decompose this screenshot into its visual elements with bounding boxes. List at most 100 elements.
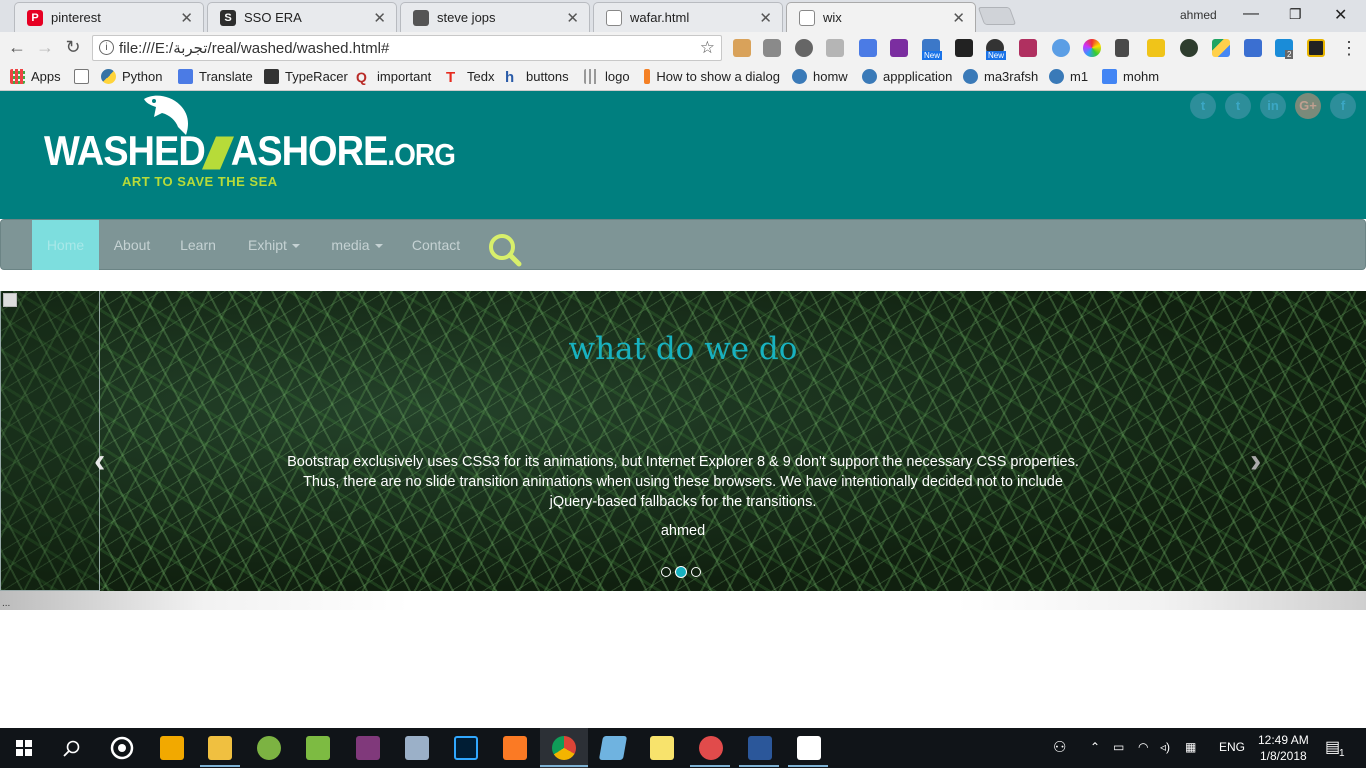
linkedin-icon[interactable]: in bbox=[1260, 93, 1286, 119]
carousel-indicator-dot[interactable] bbox=[691, 566, 701, 577]
bookmark-m1[interactable]: m1 bbox=[1049, 69, 1088, 84]
extension-download-icon[interactable] bbox=[1052, 39, 1070, 57]
extension-m-icon[interactable] bbox=[1147, 39, 1165, 57]
bookmark-appplication[interactable]: appplication bbox=[862, 69, 952, 84]
taskbar-clock[interactable]: 12:49 AM 1/8/2018 bbox=[1258, 732, 1309, 764]
paint-icon[interactable] bbox=[699, 736, 723, 760]
bookmark-apps[interactable]: Apps bbox=[10, 69, 61, 84]
tab-pinterest[interactable]: P pinterest ✕ bbox=[14, 2, 204, 32]
extension-ruler-icon[interactable] bbox=[733, 39, 751, 57]
nav-media-label: media bbox=[331, 237, 370, 253]
nav-contact[interactable]: Contact bbox=[401, 220, 471, 270]
minimize-icon[interactable]: — bbox=[1243, 5, 1259, 23]
nav-home[interactable]: Home bbox=[32, 220, 99, 270]
address-bar[interactable]: i file:///E:/تجربة/real/washed/washed.ht… bbox=[92, 35, 722, 61]
extension-translate-icon[interactable] bbox=[859, 39, 877, 57]
bookmark-mohm[interactable]: mohm bbox=[1102, 69, 1159, 84]
bookmark-blank[interactable] bbox=[74, 69, 95, 84]
sticky-notes-icon[interactable] bbox=[650, 736, 674, 760]
carousel-prev-arrow-icon[interactable]: ‹ bbox=[94, 442, 105, 481]
notepad-icon[interactable] bbox=[598, 736, 628, 760]
forward-arrow-icon[interactable]: → bbox=[34, 37, 56, 58]
carousel-indicator-dot[interactable] bbox=[675, 565, 687, 578]
bookmark-typeracer[interactable]: TypeRacer bbox=[264, 69, 348, 84]
site-logo[interactable]: WASHED ASHORE.ORG ART TO SAVE THE SEA bbox=[44, 91, 456, 201]
window-close-icon[interactable]: ✕ bbox=[1334, 5, 1347, 25]
chrome-icon[interactable] bbox=[552, 736, 576, 760]
close-icon[interactable]: ✕ bbox=[180, 9, 193, 27]
tab-sso-era[interactable]: S SSO ERA ✕ bbox=[207, 2, 397, 32]
carousel-indicator-dot[interactable] bbox=[661, 566, 671, 577]
extension-evernote-icon[interactable] bbox=[1180, 39, 1198, 57]
carousel-next-arrow-icon[interactable]: › bbox=[1250, 442, 1261, 481]
tab-steve-jops[interactable]: steve jops ✕ bbox=[400, 2, 590, 32]
search-icon[interactable] bbox=[63, 740, 81, 758]
bookmark-dialog[interactable]: How to show a dialog bbox=[644, 69, 780, 84]
close-icon[interactable]: ✕ bbox=[952, 9, 965, 27]
search-icon[interactable] bbox=[487, 233, 523, 267]
new-tab-button[interactable] bbox=[977, 7, 1017, 25]
nav-media[interactable]: media bbox=[321, 220, 393, 270]
extension-bulb-icon[interactable] bbox=[795, 39, 813, 57]
notification-icon[interactable]: ▤ bbox=[1325, 737, 1340, 757]
bookmark-translate[interactable]: Translate bbox=[178, 69, 253, 84]
nav-exhipt[interactable]: Exhipt bbox=[238, 220, 310, 270]
extension-shield-icon[interactable] bbox=[1307, 39, 1325, 57]
extension-eyedropper-icon[interactable] bbox=[1115, 39, 1129, 57]
windows-start-icon[interactable] bbox=[16, 740, 32, 756]
bookmark-tedx[interactable]: T Tedx bbox=[446, 69, 494, 86]
twitter-icon[interactable]: t bbox=[1190, 93, 1216, 119]
keyboard-icon[interactable]: ▦ bbox=[1185, 740, 1196, 754]
info-icon[interactable]: i bbox=[99, 40, 114, 55]
reload-icon[interactable]: ↻ bbox=[62, 37, 84, 58]
language-indicator[interactable]: ENG bbox=[1219, 740, 1245, 754]
broken-image-icon bbox=[3, 293, 17, 307]
chevron-up-icon[interactable]: ⌃ bbox=[1090, 740, 1100, 754]
store-icon[interactable] bbox=[160, 736, 184, 760]
volume-icon[interactable]: ◃) bbox=[1160, 740, 1170, 754]
profile-name[interactable]: ahmed bbox=[1180, 8, 1217, 22]
people-icon[interactable]: ⚇ bbox=[1053, 738, 1066, 756]
bookmark-python[interactable]: Python bbox=[101, 69, 162, 84]
bookmark-homw[interactable]: homw bbox=[792, 69, 848, 84]
close-icon[interactable]: ✕ bbox=[759, 9, 772, 27]
photoshop-icon[interactable] bbox=[454, 736, 478, 760]
extension-color-icon[interactable] bbox=[1083, 39, 1101, 57]
extension-film-icon[interactable] bbox=[955, 39, 973, 57]
bookmark-buttons[interactable]: h buttons bbox=[505, 69, 569, 86]
cortana-icon[interactable] bbox=[110, 736, 134, 760]
file-explorer-icon[interactable] bbox=[208, 736, 232, 760]
close-icon[interactable]: ✕ bbox=[373, 9, 386, 27]
close-icon[interactable]: ✕ bbox=[566, 9, 579, 27]
nav-about[interactable]: About bbox=[102, 220, 162, 270]
extension-drive-icon[interactable] bbox=[1212, 39, 1230, 57]
ide-icon[interactable] bbox=[306, 736, 330, 760]
bookmark-ma3rafsh[interactable]: ma3rafsh bbox=[963, 69, 1038, 84]
word-icon[interactable] bbox=[748, 736, 772, 760]
back-arrow-icon[interactable]: ← bbox=[6, 37, 28, 58]
windows-taskbar: ⚇ ⌃ ▭ ◠ ◃) ▦ ENG 12:49 AM 1/8/2018 ▤ 1 bbox=[0, 728, 1366, 768]
remote-desktop-icon[interactable] bbox=[405, 736, 429, 760]
restore-icon[interactable]: ❐ bbox=[1289, 6, 1302, 23]
xampp-icon[interactable] bbox=[503, 736, 527, 760]
photos-icon[interactable] bbox=[797, 736, 821, 760]
tab-wafar[interactable]: wafar.html ✕ bbox=[593, 2, 783, 32]
onenote-icon[interactable] bbox=[356, 736, 380, 760]
extension-dropbox-icon[interactable] bbox=[826, 39, 844, 57]
extension-onenote-icon[interactable] bbox=[890, 39, 908, 57]
battery-icon[interactable]: ▭ bbox=[1113, 740, 1124, 754]
bookmark-logo[interactable]: logo bbox=[584, 69, 630, 84]
nav-learn[interactable]: Learn bbox=[168, 220, 228, 270]
menu-icon[interactable]: ⋮ bbox=[1340, 38, 1358, 59]
extension-screenshot-icon[interactable] bbox=[1019, 39, 1037, 57]
bookmark-star-icon[interactable]: ☆ bbox=[700, 38, 715, 58]
bookmark-important[interactable]: Qimportant bbox=[356, 69, 431, 85]
google-plus-icon[interactable]: G+ bbox=[1295, 93, 1321, 119]
extension-tab-icon[interactable] bbox=[1244, 39, 1262, 57]
tab-wix[interactable]: wix ✕ bbox=[786, 2, 976, 32]
facebook-icon[interactable]: f bbox=[1330, 93, 1356, 119]
wifi-icon[interactable]: ◠ bbox=[1138, 740, 1148, 754]
tumblr-icon[interactable]: t bbox=[1225, 93, 1251, 119]
android-studio-icon[interactable] bbox=[257, 736, 281, 760]
extension-camera-icon[interactable] bbox=[763, 39, 781, 57]
